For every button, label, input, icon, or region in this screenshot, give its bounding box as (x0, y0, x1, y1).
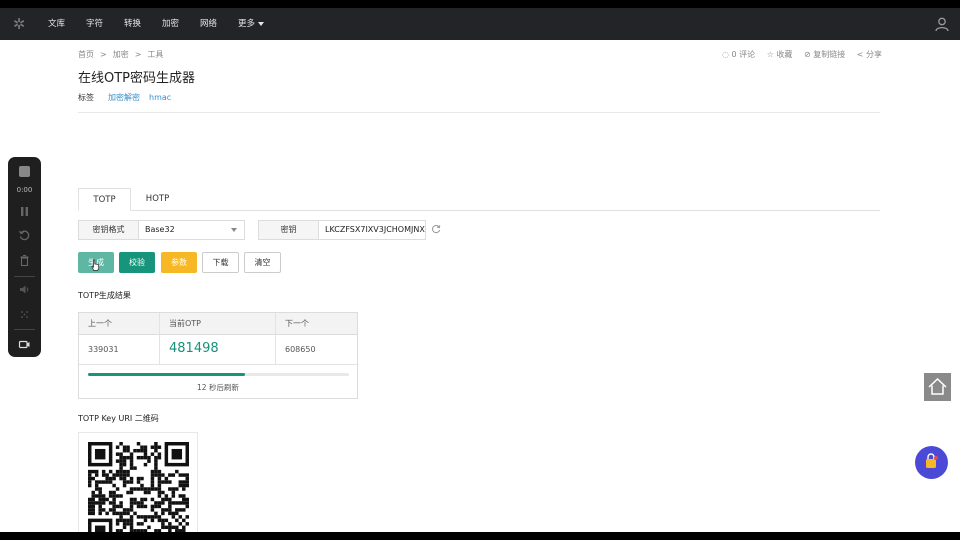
header-current: 当前OTP (169, 319, 202, 328)
next-otp-value: 608650 (285, 345, 316, 354)
grid-icon[interactable] (18, 308, 31, 321)
refresh-icon[interactable] (431, 224, 441, 234)
page-actions: ◌ 0 评论 ☆ 收藏 ⊘ 复制链接 < 分享 (713, 49, 882, 60)
tab-hotp[interactable]: HOTP (131, 188, 184, 211)
screen-recorder-toolbar: 0:00 (8, 157, 41, 357)
user-icon[interactable] (934, 16, 950, 32)
breadcrumb-home[interactable]: 首页 (78, 50, 94, 59)
breadcrumb-separator: > (100, 50, 107, 59)
tags-row: 标签 加密解密 hmac (78, 92, 180, 103)
breadcrumb-encrypt[interactable]: 加密 (113, 50, 129, 59)
header-prev: 上一个 (88, 319, 112, 328)
share-label: 分享 (866, 50, 882, 59)
share-link[interactable]: < 分享 (857, 50, 882, 59)
secret-key-field: 密钥 LKCZFSX7IXV3JCHOMJNX\ (258, 220, 426, 240)
page-content: 首页 > 加密 > 工具 ◌ 0 评论 ☆ 收藏 ⊘ 复制链接 < 分享 在线OTP密码… (0, 40, 960, 532)
help-icon (926, 453, 938, 468)
tab-totp[interactable]: TOTP (78, 188, 131, 211)
download-button[interactable]: 下载 (202, 252, 239, 273)
qr-code-image (88, 442, 189, 532)
nav-item-more[interactable]: 更多 (238, 8, 265, 40)
result-table: 上一个 当前OTP 下一个 339031 481498 608650 12 秒后… (78, 312, 358, 399)
top-letterbox (0, 0, 960, 8)
restart-icon[interactable] (18, 229, 31, 242)
qr-title: TOTP Key URI 二维码 (78, 414, 159, 423)
row-divider (79, 364, 357, 365)
nav-item-library[interactable]: 文库 (48, 8, 65, 40)
pause-icon[interactable] (18, 205, 31, 218)
refresh-progress-fill (88, 373, 245, 376)
chevron-down-icon (258, 21, 265, 26)
home-icon (928, 377, 947, 395)
verify-button[interactable]: 校验 (119, 252, 155, 273)
key-format-select[interactable]: 密钥格式 Base32 (78, 220, 245, 240)
tags-label: 标签 (78, 93, 94, 102)
record-time: 0:00 (16, 186, 33, 194)
nav-item-characters[interactable]: 字符 (86, 8, 103, 40)
prev-otp-value: 339031 (88, 345, 119, 354)
camera-icon[interactable] (18, 338, 31, 351)
key-format-value[interactable]: Base32 (139, 221, 244, 239)
result-title: TOTP生成结果 (78, 291, 131, 300)
home-button[interactable] (924, 373, 951, 401)
stop-record-icon[interactable] (19, 166, 30, 177)
qr-code-box (78, 432, 198, 532)
link-icon: ⊘ (803, 50, 814, 59)
comments-link[interactable]: ◌ 0 评论 (722, 50, 755, 59)
refresh-countdown: 12 秒后刷新 (197, 383, 239, 392)
hand-cursor-icon (91, 259, 100, 271)
result-header-row: 上一个 当前OTP 下一个 (79, 313, 357, 335)
chevron-down-icon (231, 228, 237, 232)
share-icon: < (856, 50, 866, 59)
params-button[interactable]: 参数 (161, 252, 197, 273)
page-title: 在线OTP密码生成器 (78, 71, 196, 86)
current-otp-value[interactable]: 481498 (169, 341, 219, 356)
favorite-link[interactable]: ☆ 收藏 (767, 50, 793, 59)
breadcrumb-tools[interactable]: 工具 (147, 50, 163, 59)
nav-item-network[interactable]: 网络 (200, 8, 217, 40)
comments-label: 0 评论 (731, 50, 756, 59)
secret-key-input[interactable]: LKCZFSX7IXV3JCHOMJNX\ (319, 221, 425, 239)
column-divider (159, 313, 160, 365)
key-format-label: 密钥格式 (79, 221, 139, 239)
nav-more-label: 更多 (238, 19, 256, 29)
comment-icon: ◌ (721, 50, 732, 59)
copy-link[interactable]: ⊘ 复制链接 (804, 50, 845, 59)
secret-key-label: 密钥 (259, 221, 319, 239)
help-button[interactable] (915, 446, 948, 479)
divider (78, 112, 880, 113)
refresh-progress-bar (88, 373, 349, 376)
breadcrumb: 首页 > 加密 > 工具 (78, 49, 163, 60)
navbar: ✲ 文库 字符 转换 加密 网络 更多 (0, 8, 960, 40)
tag-hmac[interactable]: hmac (149, 93, 171, 102)
star-icon: ☆ (766, 50, 777, 59)
volume-icon[interactable] (18, 283, 31, 296)
logo-icon[interactable]: ✲ (11, 16, 27, 32)
otp-tabs: TOTP HOTP (78, 188, 880, 211)
column-divider (275, 313, 276, 365)
bottom-letterbox (0, 532, 960, 540)
tag-encrypt-decrypt[interactable]: 加密解密 (108, 93, 140, 102)
breadcrumb-separator: > (134, 50, 142, 59)
header-next: 下一个 (285, 319, 309, 328)
toolbar-divider (14, 329, 35, 330)
clear-button[interactable]: 清空 (244, 252, 281, 273)
favorite-label: 收藏 (776, 50, 793, 59)
nav-item-convert[interactable]: 转换 (124, 8, 141, 40)
nav-item-encrypt[interactable]: 加密 (162, 8, 179, 40)
trash-icon[interactable] (18, 254, 31, 267)
toolbar-divider (14, 276, 35, 277)
copy-link-label: 复制链接 (813, 50, 846, 59)
